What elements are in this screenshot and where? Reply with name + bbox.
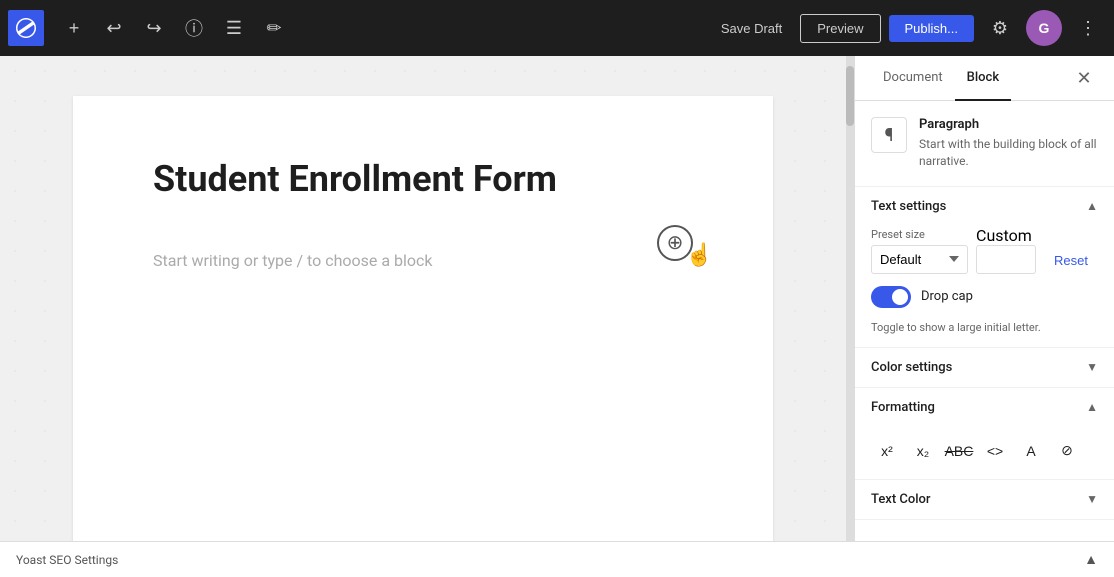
superscript-icon: x²	[881, 443, 893, 459]
custom-size-col: Custom	[976, 226, 1036, 274]
block-name: Paragraph	[919, 117, 1098, 132]
formatting-section: Formatting ▲ x² x₂ ABC <>	[855, 388, 1114, 480]
chevron-down-icon-textcolor: ▼	[1086, 492, 1098, 506]
drop-cap-toggle[interactable]	[871, 286, 911, 308]
text-settings-header[interactable]: Text settings ▲	[855, 187, 1114, 226]
preset-size-label: Preset size	[871, 228, 968, 241]
clear-icon: ⊘	[1061, 442, 1073, 459]
more-options-button[interactable]: ⋮	[1070, 10, 1106, 46]
info-button[interactable]: ⓘ	[176, 10, 212, 46]
paragraph-block-icon: ¶	[871, 117, 907, 153]
formatting-label: Formatting	[871, 400, 935, 415]
tab-block[interactable]: Block	[955, 56, 1011, 101]
scrollbar[interactable]	[846, 56, 854, 541]
wp-logo[interactable]	[8, 10, 44, 46]
toolbar-right: Save Draft Preview Publish... ⚙ G ⋮	[711, 10, 1106, 46]
save-draft-button[interactable]: Save Draft	[711, 15, 792, 42]
drop-cap-label: Drop cap	[921, 289, 973, 304]
formatting-header[interactable]: Formatting ▲	[855, 388, 1114, 427]
redo-icon: ↪	[146, 18, 161, 39]
custom-size-label: Custom	[976, 226, 1032, 245]
tab-document[interactable]: Document	[871, 56, 955, 101]
subscript-icon: x₂	[917, 443, 929, 459]
gear-icon: ⚙	[992, 18, 1008, 39]
text-color-label: Text Color	[871, 492, 931, 507]
editor-area[interactable]: Student Enrollment Form Start writing or…	[0, 56, 846, 541]
inline-code-button[interactable]: <>	[979, 435, 1011, 467]
block-description: Start with the building block of all nar…	[919, 136, 1098, 170]
list-view-button[interactable]: ☰	[216, 10, 252, 46]
list-icon: ☰	[226, 18, 242, 39]
redo-button[interactable]: ↪	[136, 10, 172, 46]
color-settings-section[interactable]: Color settings ▼	[855, 348, 1114, 388]
keyboard-icon: A	[1026, 443, 1035, 459]
main-content: Student Enrollment Form Start writing or…	[0, 56, 1114, 541]
ellipsis-icon: ⋮	[1079, 18, 1097, 39]
main-toolbar: + ↩ ↪ ⓘ ☰ ✏ Save Draft Preview Publish..…	[0, 0, 1114, 56]
preview-button[interactable]: Preview	[800, 14, 880, 43]
superscript-button[interactable]: x²	[871, 435, 903, 467]
drop-cap-row: Drop cap	[855, 286, 1114, 320]
clear-formatting-button[interactable]: ⊘	[1051, 435, 1083, 467]
reset-size-button[interactable]: Reset	[1044, 247, 1098, 274]
block-info-text: Paragraph Start with the building block …	[919, 117, 1098, 170]
strikethrough-icon: ABC	[945, 443, 974, 459]
bottom-bar-label: Yoast SEO Settings	[16, 553, 118, 567]
editor-canvas: Student Enrollment Form Start writing or…	[73, 96, 773, 541]
chevron-up-icon: ▲	[1086, 199, 1098, 213]
settings-button[interactable]: ⚙	[982, 10, 1018, 46]
info-icon: ⓘ	[185, 15, 203, 41]
code-icon: <>	[987, 443, 1003, 459]
avatar-letter: G	[1039, 20, 1050, 36]
drop-cap-description: Toggle to show a large initial letter.	[855, 320, 1114, 347]
pencil-icon: ✏	[266, 18, 281, 39]
preset-custom-row: Preset size Default Small Medium Large E…	[855, 226, 1114, 286]
close-icon: ✕	[1076, 68, 1091, 89]
add-block-inline-button[interactable]: ⊕	[657, 225, 693, 261]
subscript-button[interactable]: x₂	[907, 435, 939, 467]
scrollbar-thumb	[846, 66, 854, 126]
undo-icon: ↩	[106, 18, 121, 39]
close-sidebar-button[interactable]: ✕	[1070, 64, 1098, 92]
block-placeholder[interactable]: Start writing or type / to choose a bloc…	[153, 243, 433, 278]
keyboard-button[interactable]: A	[1015, 435, 1047, 467]
preset-size-select[interactable]: Default Small Medium Large Extra Large	[871, 245, 968, 274]
text-settings-section: Text settings ▲ Preset size Default Smal…	[855, 187, 1114, 348]
strikethrough-button[interactable]: ABC	[943, 435, 975, 467]
sidebar-content: ¶ Paragraph Start with the building bloc…	[855, 101, 1114, 541]
user-avatar[interactable]: G	[1026, 10, 1062, 46]
post-title[interactable]: Student Enrollment Form	[153, 156, 693, 203]
sidebar-tabs: Document Block ✕	[855, 56, 1114, 101]
chevron-down-icon: ▼	[1086, 360, 1098, 374]
formatting-icons: x² x₂ ABC <> A ⊘	[855, 427, 1114, 479]
chevron-up-icon-formatting: ▲	[1086, 400, 1098, 414]
add-circle-icon: ⊕	[667, 230, 684, 255]
bottom-chevron-icon: ▲	[1084, 551, 1098, 568]
preset-size-col: Preset size Default Small Medium Large E…	[871, 228, 968, 274]
color-settings-label: Color settings	[871, 360, 952, 375]
sidebar: Document Block ✕ ¶ Paragraph Start with …	[854, 56, 1114, 541]
tools-button[interactable]: ✏	[256, 10, 292, 46]
text-color-section[interactable]: Text Color ▼	[855, 480, 1114, 520]
plus-icon: +	[69, 18, 80, 39]
add-block-button[interactable]: +	[56, 10, 92, 46]
block-info: ¶ Paragraph Start with the building bloc…	[855, 101, 1114, 187]
undo-button[interactable]: ↩	[96, 10, 132, 46]
custom-size-input[interactable]	[976, 245, 1036, 274]
publish-button[interactable]: Publish...	[889, 15, 974, 42]
text-settings-label: Text settings	[871, 199, 946, 214]
pilcrow-icon: ¶	[885, 125, 894, 146]
bottom-bar[interactable]: Yoast SEO Settings ▲	[0, 541, 1114, 577]
